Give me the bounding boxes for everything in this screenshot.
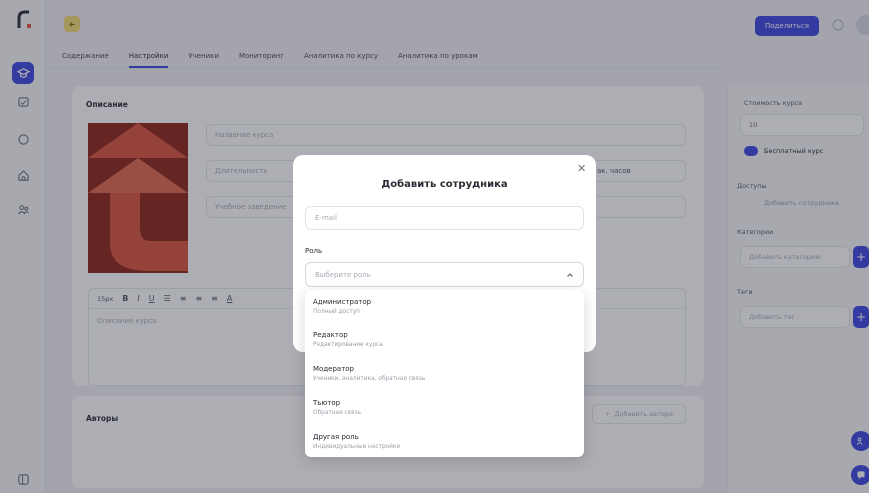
role-option-other[interactable]: Другая роль Индивидуальные настройки [313,432,573,452]
close-icon[interactable]: ✕ [577,162,586,175]
role-option-desc: Ученики, аналитика, обратная связь [313,376,426,382]
role-option-name: Редактор [313,331,348,339]
role-option-desc: Обратная связь [313,410,362,416]
role-placeholder: Выберите роль [315,270,371,279]
role-option-name: Другая роль [313,433,359,441]
role-select[interactable]: Выберите роль [305,262,584,287]
role-option-moderator[interactable]: Модератор Ученики, аналитика, обратная с… [313,364,573,384]
email-field[interactable]: E-mail [305,206,584,230]
role-option-admin[interactable]: Администратор Полный доступ [313,297,573,317]
role-option-desc: Редактирование курса [313,342,383,348]
role-option-name: Тьютор [313,399,341,407]
role-option-desc: Полный доступ [313,309,360,315]
role-option-desc: Индивидуальные настройки [313,444,401,450]
role-option-name: Модератор [313,365,355,373]
role-label: Роль [305,247,323,255]
role-option-tutor[interactable]: Тьютор Обратная связь [313,398,573,418]
chevron-up-icon [567,273,573,277]
role-option-editor[interactable]: Редактор Редактирование курса [313,330,573,350]
role-option-name: Администратор [313,298,372,306]
modal-title: Добавить сотрудника [381,179,508,190]
